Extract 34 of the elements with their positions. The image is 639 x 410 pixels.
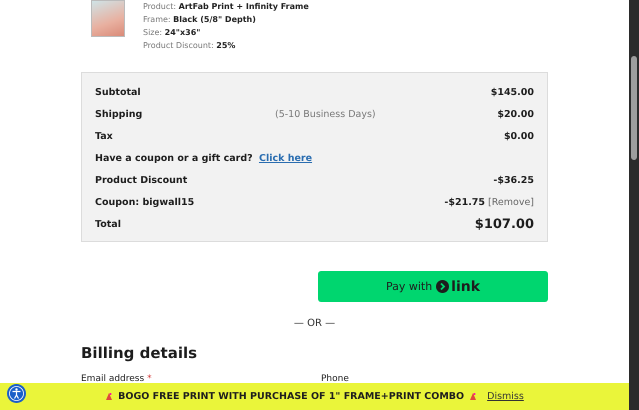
product-detail: Size: 24"x36" xyxy=(143,27,202,39)
photo-placeholder xyxy=(91,0,125,37)
party-popper-icon xyxy=(469,392,478,401)
coupon-prompt: Have a coupon or a gift card? Click here xyxy=(95,152,312,164)
summary-value: $20.00 xyxy=(497,108,534,120)
summary-label: Product Discount xyxy=(95,174,188,186)
field-label: Phone xyxy=(321,374,350,384)
field-label: Email address * xyxy=(81,374,153,384)
summary-value: $0.00 xyxy=(504,130,534,142)
scrollbar[interactable] xyxy=(629,0,639,410)
promo-text: BOGO FREE PRINT WITH PURCHASE OF 1" FRAME+PRINT COMBO xyxy=(118,391,464,402)
click-here-link[interactable]: Click here xyxy=(258,152,312,164)
dismiss-link[interactable]: Dismiss xyxy=(487,391,524,402)
chevron-circle-icon xyxy=(436,280,450,293)
summary-label: Shipping xyxy=(95,108,144,120)
product-detail: Frame: Black (5/8" Depth) xyxy=(143,14,257,26)
product-detail: Product: ArtFab Print + Infinity Frame xyxy=(143,1,309,13)
party-popper-icon xyxy=(105,392,114,401)
summary-label: Subtotal xyxy=(95,86,142,98)
summary-label: Coupon: bigwall15 xyxy=(95,196,196,208)
summary-value: -$36.25 xyxy=(493,174,534,186)
summary-value: $107.00 xyxy=(474,216,534,232)
shipping-note: (5-10 Business Days) xyxy=(275,108,376,120)
pay-with-link-button[interactable]: Pay with link xyxy=(318,271,548,302)
summary-label: Total xyxy=(95,218,122,230)
required-mark: * xyxy=(147,374,152,384)
summary-label: Tax xyxy=(95,130,114,142)
or-divider: — OR — xyxy=(292,318,336,329)
remove-link[interactable]: [Remove] xyxy=(488,196,534,208)
product-detail: Product Discount: 25% xyxy=(143,40,236,52)
summary-value: $145.00 xyxy=(490,86,534,98)
billing-heading: Billing details xyxy=(81,344,198,362)
summary-value: -$21.75 xyxy=(444,196,486,208)
accessibility-icon[interactable] xyxy=(7,384,26,403)
